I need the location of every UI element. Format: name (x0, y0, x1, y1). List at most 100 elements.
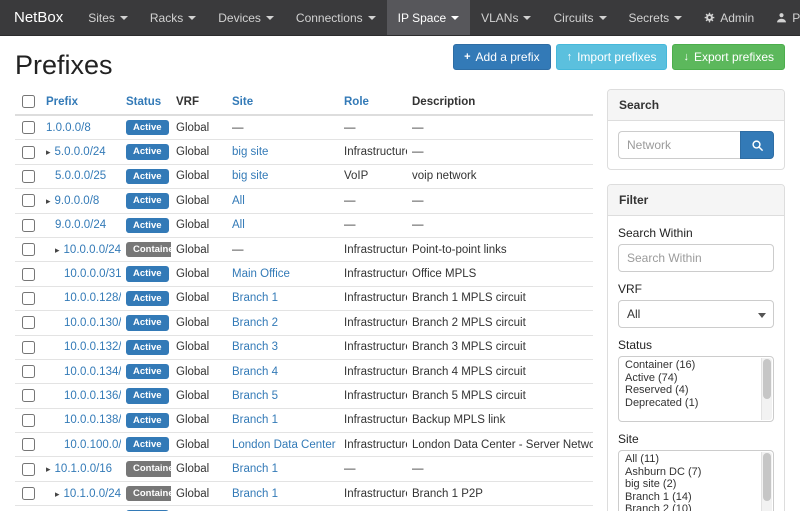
prefix-link[interactable]: 10.0.0.0/24 (64, 244, 121, 256)
prefix-link[interactable]: 10.1.0.0/16 (55, 463, 113, 475)
nav-item-admin[interactable]: Admin (693, 0, 765, 35)
column-header-site[interactable]: Site (227, 89, 339, 115)
nav-item-devices[interactable]: Devices (207, 0, 285, 35)
select-all-checkbox[interactable] (22, 95, 35, 108)
prefix-link[interactable]: 5.0.0.0/24 (55, 146, 106, 158)
expand-arrow-icon[interactable]: ▸ (55, 489, 60, 499)
status-badge: Active (126, 291, 169, 306)
listbox-option[interactable]: big site (2) (619, 478, 773, 491)
search-button[interactable] (740, 131, 774, 159)
row-checkbox[interactable] (22, 194, 35, 207)
expand-arrow-icon[interactable]: ▸ (46, 147, 51, 157)
expand-arrow-icon[interactable]: ▸ (55, 245, 60, 255)
site-link[interactable]: Branch 4 (232, 366, 278, 378)
nav-item-profile[interactable]: Profile (765, 0, 800, 35)
prefix-cell: 5.0.0.0/25 (46, 170, 106, 182)
row-checkbox[interactable] (22, 389, 35, 402)
row-checkbox[interactable] (22, 146, 35, 159)
row-checkbox[interactable] (22, 487, 35, 500)
site-link[interactable]: Branch 1 (232, 292, 278, 304)
filter-label-site: Site (618, 432, 774, 446)
filter-input-search-within[interactable] (618, 244, 774, 272)
status-badge: Active (126, 315, 169, 330)
row-checkbox[interactable] (22, 243, 35, 256)
site-link[interactable]: All (232, 195, 245, 207)
row-checkbox[interactable] (22, 316, 35, 329)
chevron-down-icon (758, 313, 766, 318)
prefix-link[interactable]: 10.1.0.0/24 (64, 488, 121, 500)
listbox-option[interactable]: Deprecated (1) (619, 397, 773, 410)
filter-listbox-site[interactable]: All (11)Ashburn DC (7)big site (2)Branch… (618, 450, 774, 511)
site-link[interactable]: big site (232, 146, 268, 158)
site-link[interactable]: Branch 1 (232, 414, 278, 426)
scrollbar-thumb[interactable] (763, 359, 771, 399)
expand-arrow-icon[interactable]: ▸ (46, 464, 51, 474)
listbox-option[interactable]: Ashburn DC (7) (619, 466, 773, 479)
nav-item-ip-space[interactable]: IP Space (387, 0, 470, 35)
nav-item-sites[interactable]: Sites (77, 0, 139, 35)
column-header-status[interactable]: Status (121, 89, 171, 115)
column-header-prefix[interactable]: Prefix (41, 89, 121, 115)
vrf-cell: Global (171, 213, 227, 237)
export-prefixes-button[interactable]: ↓Export prefixes (672, 44, 785, 70)
site-link[interactable]: big site (232, 170, 268, 182)
prefix-link[interactable]: 1.0.0.0/8 (46, 122, 91, 134)
site-link[interactable]: Main Office (232, 268, 290, 280)
row-checkbox[interactable] (22, 463, 35, 476)
site-link[interactable]: Branch 1 (232, 488, 278, 500)
nav-item-secrets[interactable]: Secrets (618, 0, 694, 35)
site-link[interactable]: Branch 1 (232, 463, 278, 475)
prefix-link[interactable]: 10.0.0.0/31 (64, 268, 121, 280)
row-checkbox[interactable] (22, 341, 35, 354)
listbox-option[interactable]: Reserved (4) (619, 384, 773, 397)
row-checkbox[interactable] (22, 170, 35, 183)
row-checkbox[interactable] (22, 365, 35, 378)
prefix-link[interactable]: 5.0.0.0/25 (55, 170, 106, 182)
listbox-option[interactable]: Container (16) (619, 359, 773, 372)
prefix-link[interactable]: 10.0.100.0/24 (64, 439, 121, 451)
prefix-link[interactable]: 10.0.0.128/31 (64, 292, 121, 304)
listbox-option[interactable]: Branch 2 (10) (619, 503, 773, 511)
nav-item-circuits[interactable]: Circuits (542, 0, 617, 35)
site-link[interactable]: Branch 2 (232, 317, 278, 329)
search-input[interactable] (618, 131, 740, 159)
prefix-link[interactable]: 10.0.0.134/31 (64, 366, 121, 378)
nav-item-racks[interactable]: Racks (139, 0, 207, 35)
listbox-option[interactable]: Branch 1 (14) (619, 491, 773, 504)
column-header-role[interactable]: Role (339, 89, 407, 115)
import-prefixes-button[interactable]: ↑Import prefixes (556, 44, 668, 70)
expand-arrow-icon[interactable]: ▸ (46, 196, 51, 206)
status-badge: Active (126, 388, 169, 403)
prefix-link[interactable]: 10.0.0.132/31 (64, 341, 121, 353)
row-checkbox[interactable] (22, 268, 35, 281)
button-label: Add a prefix (476, 50, 540, 64)
vrf-cell: Global (171, 286, 227, 310)
app-brand[interactable]: NetBox (0, 0, 77, 35)
prefix-link[interactable]: 10.0.0.136/31 (64, 390, 121, 402)
row-checkbox[interactable] (22, 438, 35, 451)
nav-item-vlans[interactable]: VLANs (470, 0, 542, 35)
filter-listbox-status[interactable]: Container (16)Active (74)Reserved (4)Dep… (618, 356, 774, 422)
filter-select-vrf[interactable]: All (618, 300, 774, 328)
row-checkbox[interactable] (22, 121, 35, 134)
scrollbar[interactable] (761, 358, 772, 420)
prefix-link[interactable]: 10.0.0.130/31 (64, 317, 121, 329)
filter-body: Search WithinVRFAllStatusContainer (16)A… (608, 216, 784, 511)
site-link[interactable]: London Data Center (232, 439, 336, 451)
prefix-link[interactable]: 9.0.0.0/24 (55, 219, 106, 231)
nav-item-connections[interactable]: Connections (285, 0, 387, 35)
scrollbar[interactable] (761, 452, 772, 511)
scrollbar-thumb[interactable] (763, 453, 771, 501)
listbox-option[interactable]: All (11) (619, 453, 773, 466)
add-a-prefix-button[interactable]: +Add a prefix (453, 44, 550, 70)
listbox-option[interactable]: Active (74) (619, 372, 773, 385)
site-link[interactable]: All (232, 219, 245, 231)
row-checkbox[interactable] (22, 414, 35, 427)
table-row: 1.0.0.0/8ActiveGlobal——— (15, 115, 593, 140)
prefix-link[interactable]: 10.0.0.138/31 (64, 414, 121, 426)
site-link[interactable]: Branch 5 (232, 390, 278, 402)
prefix-link[interactable]: 9.0.0.0/8 (55, 195, 100, 207)
row-checkbox[interactable] (22, 292, 35, 305)
site-link[interactable]: Branch 3 (232, 341, 278, 353)
row-checkbox[interactable] (22, 219, 35, 232)
